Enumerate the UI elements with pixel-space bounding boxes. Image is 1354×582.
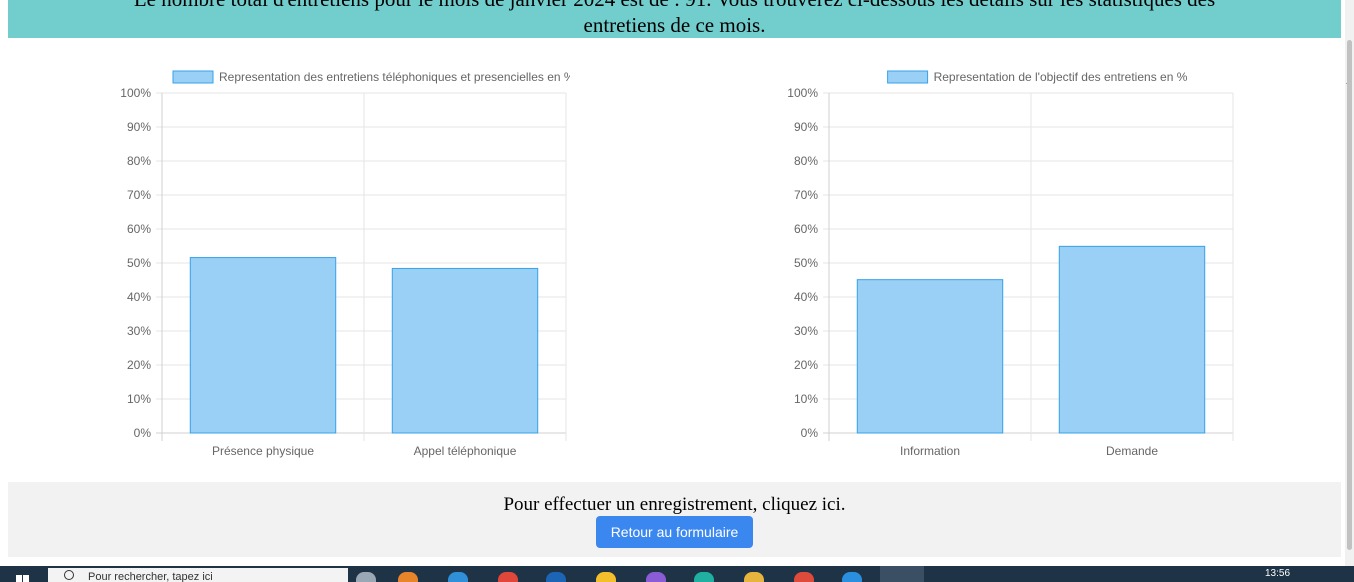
y-tick-label: 20% <box>127 358 151 372</box>
store-app-icon[interactable] <box>448 572 468 582</box>
bar <box>1058 245 1206 434</box>
x-tick-label: Présence physique <box>212 444 314 458</box>
search-icon <box>64 570 74 580</box>
y-tick-label: 80% <box>127 154 151 168</box>
y-tick-label: 0% <box>134 426 152 440</box>
x-tick-label: Demande <box>1106 444 1158 458</box>
scroll-thumb[interactable] <box>1347 40 1352 550</box>
folder-app-icon[interactable] <box>596 572 616 582</box>
y-tick-label: 40% <box>127 290 151 304</box>
bar <box>189 257 337 434</box>
x-tick-label: Appel téléphonique <box>414 444 517 458</box>
footer-panel: Pour effectuer un enregistrement, clique… <box>8 482 1341 557</box>
y-tick-label: 60% <box>794 222 818 236</box>
y-tick-label: 30% <box>794 324 818 338</box>
y-tick-label: 50% <box>794 256 818 270</box>
office-app-icon[interactable] <box>398 572 418 582</box>
vertical-scrollbar[interactable] <box>1345 0 1354 566</box>
y-tick-label: 100% <box>787 86 818 100</box>
explorer-app-icon[interactable] <box>744 572 764 582</box>
chart-legend: Representation des entretiens téléphoniq… <box>172 70 570 84</box>
y-tick-label: 20% <box>794 358 818 372</box>
legend-label: Representation des entretiens téléphoniq… <box>219 70 570 84</box>
y-tick-label: 70% <box>127 188 151 202</box>
back-to-form-button[interactable]: Retour au formulaire <box>596 516 753 548</box>
y-tick-label: 10% <box>794 392 818 406</box>
y-tick-label: 10% <box>127 392 151 406</box>
bar <box>856 279 1004 434</box>
taskbar: Pour rechercher, tapez ici 13:56 <box>0 566 1354 582</box>
legend-label: Representation de l'objectif des entreti… <box>934 70 1188 84</box>
file-explorer-app-icon[interactable] <box>356 572 376 582</box>
visual-studio-app-icon[interactable] <box>646 572 666 582</box>
windows-start-icon[interactable] <box>16 574 30 582</box>
y-tick-label: 50% <box>127 256 151 270</box>
x-tick-label: Information <box>900 444 960 458</box>
y-tick-label: 90% <box>794 120 818 134</box>
y-tick-label: 60% <box>127 222 151 236</box>
y-tick-label: 90% <box>127 120 151 134</box>
chart-objectif: Representation de l'objectif des entreti… <box>787 70 1234 458</box>
y-tick-label: 30% <box>127 324 151 338</box>
y-tick-label: 0% <box>801 426 819 440</box>
legend-swatch <box>887 70 929 84</box>
vscode-app-icon[interactable] <box>842 572 862 582</box>
footer-text: Pour effectuer un enregistrement, clique… <box>503 494 846 515</box>
chart-legend: Representation de l'objectif des entreti… <box>887 70 1188 84</box>
y-tick-label: 40% <box>794 290 818 304</box>
banner-line-2: entretiens de ce mois. <box>583 13 766 37</box>
chrome-secondary-app-icon[interactable] <box>794 572 814 582</box>
edge-app-icon[interactable] <box>694 572 714 582</box>
taskbar-search-placeholder: Pour rechercher, tapez ici <box>88 571 213 582</box>
mail-app-icon[interactable] <box>546 572 566 582</box>
banner-text: Le nombre total d'entretiens pour le moi… <box>8 0 1341 38</box>
taskbar-search[interactable]: Pour rechercher, tapez ici <box>48 568 348 582</box>
bar <box>391 267 539 434</box>
chrome-app-icon[interactable] <box>498 572 518 582</box>
y-tick-label: 100% <box>120 86 151 100</box>
taskbar-clock: 13:56 <box>1265 568 1291 579</box>
legend-swatch <box>172 70 214 84</box>
active-app-icon[interactable] <box>880 566 924 582</box>
chart-presence-appel: Representation des entretiens téléphoniq… <box>120 70 570 458</box>
banner-line-1: Le nombre total d'entretiens pour le moi… <box>8 0 1341 12</box>
y-tick-label: 80% <box>794 154 818 168</box>
header-banner: Le nombre total d'entretiens pour le moi… <box>8 0 1341 38</box>
y-tick-label: 70% <box>794 188 818 202</box>
